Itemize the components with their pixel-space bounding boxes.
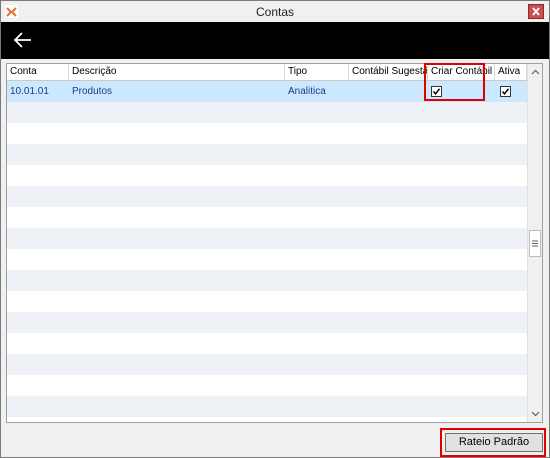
table-row[interactable] <box>7 102 527 123</box>
table-row[interactable] <box>7 354 527 375</box>
table-row[interactable] <box>7 228 527 249</box>
contas-window: Contas Conta Descrição Tipo Contábil Sug… <box>0 0 550 458</box>
cell-tipo: Analitica <box>288 86 326 97</box>
checkmark-icon <box>501 88 510 95</box>
grip-icon <box>532 240 538 247</box>
scrollbar-thumb[interactable] <box>529 230 541 257</box>
cell-conta: 10.01.01 <box>10 86 49 97</box>
checkmark-icon <box>432 88 441 95</box>
close-button[interactable] <box>528 4 544 19</box>
grid-header: Conta Descrição Tipo Contábil Sugestão C… <box>7 64 527 81</box>
table-row[interactable] <box>7 375 527 396</box>
rateio-padrao-button[interactable]: Rateio Padrão <box>445 433 543 452</box>
header-conta[interactable]: Conta <box>7 64 69 80</box>
criar-contabil-checkbox[interactable] <box>431 86 442 97</box>
scroll-up-icon[interactable] <box>528 65 543 80</box>
cell-contabil-sugestao <box>349 81 428 102</box>
table-row[interactable] <box>7 333 527 354</box>
toolbar <box>1 22 549 59</box>
table-row[interactable] <box>7 186 527 207</box>
table-row[interactable] <box>7 165 527 186</box>
header-ativa[interactable]: Ativa <box>495 64 527 80</box>
table-row[interactable] <box>7 270 527 291</box>
vertical-scrollbar[interactable] <box>527 64 543 422</box>
table-row[interactable] <box>7 144 527 165</box>
table-row[interactable] <box>7 123 527 144</box>
table-row[interactable] <box>7 207 527 228</box>
title-bar: Contas <box>1 1 549 22</box>
window-title: Contas <box>255 5 295 19</box>
table-row[interactable] <box>7 291 527 312</box>
header-criar-contabil[interactable]: Criar Contábil <box>428 64 495 80</box>
arrow-left-icon[interactable] <box>11 28 35 52</box>
close-icon <box>532 7 540 16</box>
ativa-checkbox[interactable] <box>500 86 511 97</box>
table-row[interactable] <box>7 396 527 417</box>
table-row[interactable]: 10.01.01 Produtos Analitica <box>7 81 527 102</box>
scroll-down-icon[interactable] <box>528 406 543 421</box>
accounts-grid[interactable]: Conta Descrição Tipo Contábil Sugestão C… <box>6 63 543 423</box>
header-descricao[interactable]: Descrição <box>69 64 285 80</box>
header-tipo[interactable]: Tipo <box>285 64 349 80</box>
cell-descricao: Produtos <box>72 86 113 97</box>
header-contabil-sugestao[interactable]: Contábil Sugestão <box>349 64 428 80</box>
table-row[interactable] <box>7 249 527 270</box>
table-row[interactable] <box>7 312 527 333</box>
